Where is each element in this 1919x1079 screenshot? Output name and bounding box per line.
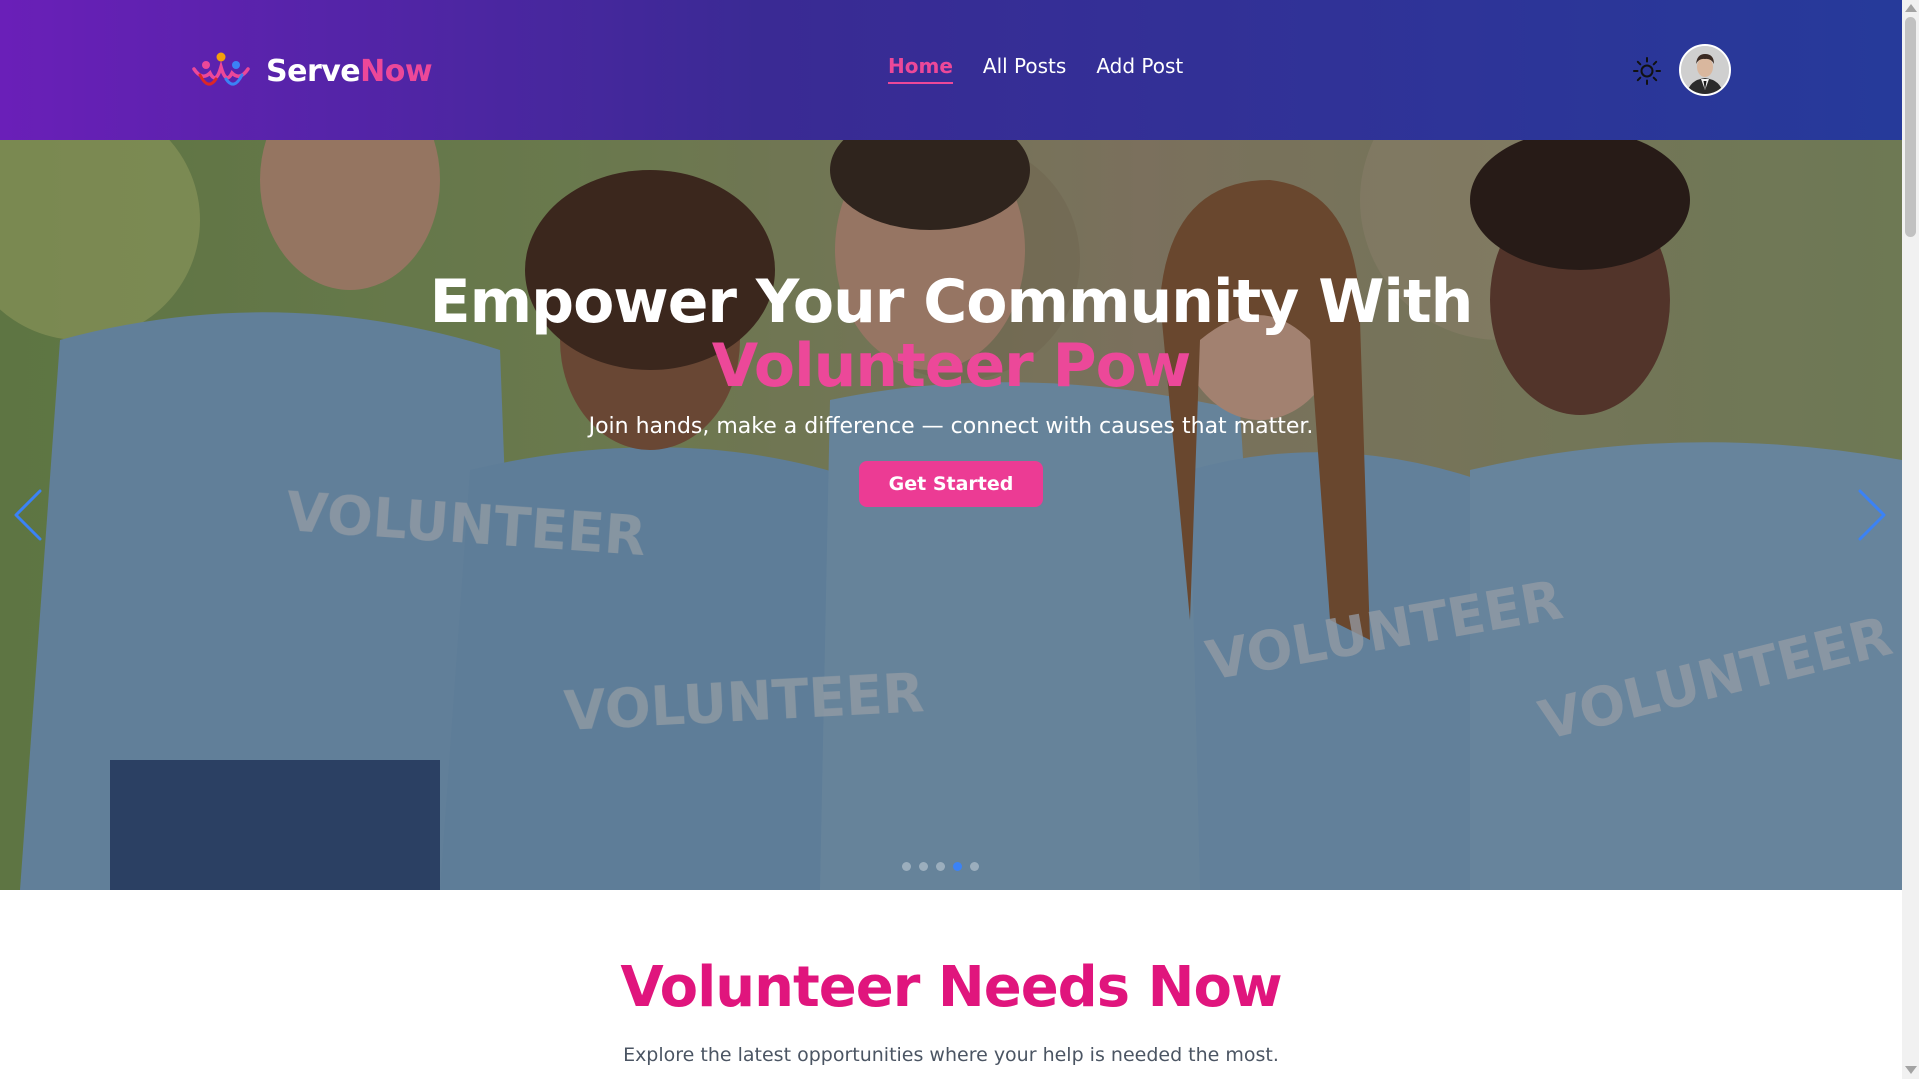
- navbar: ServeNow Home All Posts Add Post: [0, 0, 1902, 140]
- hero-title: Empower Your Community With Volunteer Po…: [0, 270, 1902, 398]
- hero-carousel: VOLUNTEER VOLUNTEER VOLUNTEER VOLUNTEER …: [0, 140, 1902, 890]
- brand-name-serve: Serve: [266, 53, 361, 89]
- carousel-dot-1[interactable]: [902, 862, 911, 871]
- user-avatar[interactable]: [1679, 44, 1731, 96]
- brand-name-now: Now: [360, 53, 433, 89]
- user-avatar-icon: [1681, 46, 1729, 94]
- get-started-button[interactable]: Get Started: [858, 461, 1044, 507]
- carousel-dots: [902, 862, 979, 871]
- chevron-left-icon: [14, 489, 42, 541]
- carousel-dot-4[interactable]: [953, 862, 962, 871]
- carousel-dot-3[interactable]: [936, 862, 945, 871]
- page-scrollbar[interactable]: [1902, 0, 1919, 1079]
- hero-overlay: [0, 140, 1902, 890]
- hero-subtitle: Join hands, make a difference — connect …: [588, 414, 1314, 439]
- sun-icon: [1633, 57, 1661, 85]
- scroll-up-arrow-icon[interactable]: [1905, 4, 1917, 12]
- section-title: Volunteer Needs Now: [620, 955, 1282, 1020]
- carousel-dot-2[interactable]: [919, 862, 928, 871]
- carousel-dot-5[interactable]: [970, 862, 979, 871]
- brand-name: ServeNow: [266, 53, 433, 89]
- hero-content: Empower Your Community With Volunteer Po…: [0, 270, 1902, 507]
- scroll-down-arrow-icon[interactable]: [1905, 1066, 1917, 1074]
- carousel-next-button[interactable]: [1850, 485, 1890, 545]
- nav-home[interactable]: Home: [888, 54, 953, 84]
- page: ServeNow Home All Posts Add Post VOLUNTE…: [0, 0, 1902, 1079]
- hero-title-accent: Volunteer Pow: [711, 331, 1192, 401]
- hero-title-line1: Empower Your Community With: [429, 267, 1474, 337]
- section-subtitle: Explore the latest opportunities where y…: [623, 1044, 1279, 1066]
- nav-all-posts[interactable]: All Posts: [983, 54, 1066, 84]
- carousel-prev-button[interactable]: [10, 485, 50, 545]
- scroll-thumb[interactable]: [1905, 17, 1916, 237]
- brand-logo-link[interactable]: ServeNow: [190, 46, 433, 96]
- people-logo-icon: [192, 52, 250, 86]
- theme-toggle-button[interactable]: [1632, 56, 1662, 86]
- nav-add-post[interactable]: Add Post: [1096, 54, 1183, 84]
- chevron-right-icon: [1858, 489, 1886, 541]
- main-nav: Home All Posts Add Post: [888, 54, 1183, 84]
